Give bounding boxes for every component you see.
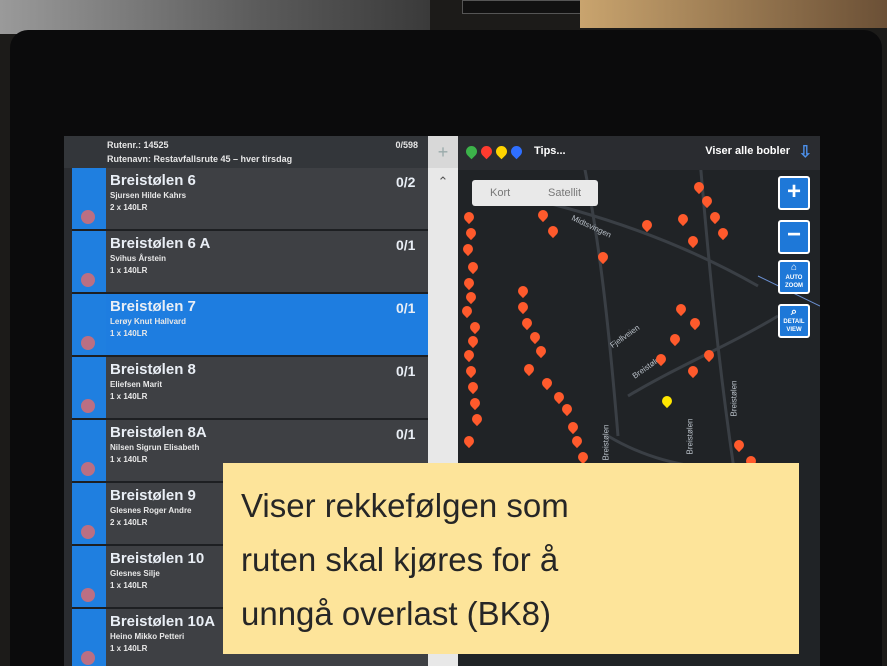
stop-title: Breistølen 6 bbox=[110, 172, 196, 189]
stop-bins: 2 x 140LR bbox=[110, 518, 148, 527]
stop-owner: Eliefsen Marit bbox=[110, 380, 163, 389]
map-toolbar: Tips... Viser alle bobler ⇩ bbox=[458, 136, 820, 170]
stop-count: 0/1 bbox=[396, 426, 416, 442]
stop-owner: Heino Mikko Petteri bbox=[110, 632, 185, 641]
stop-owner: Glesnes Roger Andre bbox=[110, 506, 192, 515]
red-pin-icon bbox=[478, 143, 495, 160]
stop-list-item[interactable]: Breistølen 7 Lerøy Knut Hallvard 1 x 140LR… bbox=[72, 294, 428, 357]
stop-bins: 1 x 140LR bbox=[110, 329, 148, 338]
road-label: Breistølen bbox=[601, 424, 611, 461]
stop-bins: 1 x 140LR bbox=[110, 644, 148, 653]
stop-status-icon bbox=[81, 399, 95, 413]
stop-status-icon bbox=[81, 651, 95, 665]
zoom-out-button[interactable]: − bbox=[778, 220, 810, 254]
stop-bins: 1 x 140LR bbox=[110, 455, 148, 464]
route-name: Rutenavn: Restavfallsrute 45 – hver tirs… bbox=[107, 154, 293, 164]
road-label: Breistølen bbox=[729, 380, 739, 417]
stop-strip bbox=[72, 294, 106, 355]
stop-count: 0/1 bbox=[396, 300, 416, 316]
kort-button[interactable]: Kort bbox=[490, 187, 510, 199]
stop-status-icon bbox=[81, 336, 95, 350]
expand-icon[interactable]: + bbox=[428, 136, 458, 168]
yellow-pin-icon bbox=[493, 143, 510, 160]
satellite-button[interactable]: Satellit bbox=[548, 187, 581, 199]
stop-owner: Lerøy Knut Hallvard bbox=[110, 317, 187, 326]
scroll-up-icon[interactable]: ⌃ bbox=[428, 174, 458, 194]
arrow-down-icon[interactable]: ⇩ bbox=[799, 142, 812, 162]
auto-zoom-label: AUTO ZOOM bbox=[785, 275, 803, 289]
stop-bins: 2 x 140LR bbox=[110, 203, 148, 212]
route-count: 0/598 bbox=[395, 140, 418, 150]
magnifier-icon: ⌕ bbox=[790, 306, 798, 318]
stop-count: 0/2 bbox=[396, 174, 416, 190]
blue-pin-icon bbox=[508, 143, 525, 160]
stop-status-icon bbox=[81, 525, 95, 539]
stop-count: 0/1 bbox=[396, 363, 416, 379]
annotation-note: Viser rekkefølgen som ruten skal kjøres … bbox=[223, 463, 799, 654]
stop-count: 0/1 bbox=[396, 237, 416, 253]
background-photo-wall bbox=[580, 0, 887, 28]
note-line-3: unngå overlast (BK8) bbox=[241, 595, 552, 632]
stop-strip bbox=[72, 546, 106, 607]
green-pin-icon bbox=[463, 143, 480, 160]
background-photo bbox=[0, 0, 430, 34]
map-type-toggle[interactable]: Kort Satellit bbox=[472, 180, 598, 206]
stop-status-icon bbox=[81, 588, 95, 602]
pin-legend[interactable] bbox=[463, 143, 526, 162]
route-header: Rutenr.: 14525 Rutenavn: Restavfallsrute… bbox=[64, 136, 428, 168]
road-label: Breistølen bbox=[685, 418, 695, 455]
stop-owner: Glesnes Silje bbox=[110, 569, 160, 578]
zoom-in-button[interactable]: + bbox=[778, 176, 810, 210]
bubbles-label: Viser alle bobler bbox=[705, 145, 790, 157]
stop-bins: 1 x 140LR bbox=[110, 266, 148, 275]
stop-owner: Nilsen Sigrun Elisabeth bbox=[110, 443, 200, 452]
stop-list-item[interactable]: Breistølen 8 Eliefsen Marit 1 x 140LR 0/1 bbox=[72, 357, 428, 420]
note-line-2: ruten skal kjøres for å bbox=[241, 541, 559, 578]
stop-bins: 1 x 140LR bbox=[110, 392, 148, 401]
stop-title: Breistølen 10 bbox=[110, 550, 205, 567]
stop-list-item[interactable]: Breistølen 6 A Svihus Årstein 1 x 140LR 0/1 bbox=[72, 231, 428, 294]
stop-status-icon bbox=[81, 273, 95, 287]
route-number: Rutenr.: 14525 bbox=[107, 140, 169, 150]
stop-status-icon bbox=[81, 210, 95, 224]
note-line-1: Viser rekkefølgen som bbox=[241, 487, 569, 524]
tips-link[interactable]: Tips... bbox=[534, 145, 566, 157]
stop-strip bbox=[72, 483, 106, 544]
stop-status-icon bbox=[81, 462, 95, 476]
stop-strip bbox=[72, 168, 106, 229]
stop-title: Breistølen 9 bbox=[110, 487, 196, 504]
stop-list-item[interactable]: Breistølen 6 Sjursen Hilde Kahrs 2 x 140LR… bbox=[72, 168, 428, 231]
stop-strip bbox=[72, 420, 106, 481]
stop-title: Breistølen 6 A bbox=[110, 235, 211, 252]
detail-view-button[interactable]: ⌕ DETAIL VIEW bbox=[778, 304, 810, 338]
stop-owner: Svihus Årstein bbox=[110, 254, 167, 263]
stop-strip bbox=[72, 231, 106, 292]
stop-bins: 1 x 140LR bbox=[110, 581, 148, 590]
stop-title: Breistølen 8A bbox=[110, 424, 207, 441]
lock-icon: ⌂ bbox=[790, 262, 798, 273]
background-photo-object bbox=[462, 0, 582, 14]
stop-strip bbox=[72, 357, 106, 418]
stop-owner: Sjursen Hilde Kahrs bbox=[110, 191, 187, 200]
detail-view-label: DETAIL VIEW bbox=[783, 319, 805, 333]
stop-title: Breistølen 10A bbox=[110, 613, 216, 630]
stop-title: Breistølen 8 bbox=[110, 361, 196, 378]
stop-title: Breistølen 7 bbox=[110, 298, 196, 315]
stop-strip bbox=[72, 609, 106, 666]
auto-zoom-button[interactable]: ⌂ AUTO ZOOM bbox=[778, 260, 810, 294]
